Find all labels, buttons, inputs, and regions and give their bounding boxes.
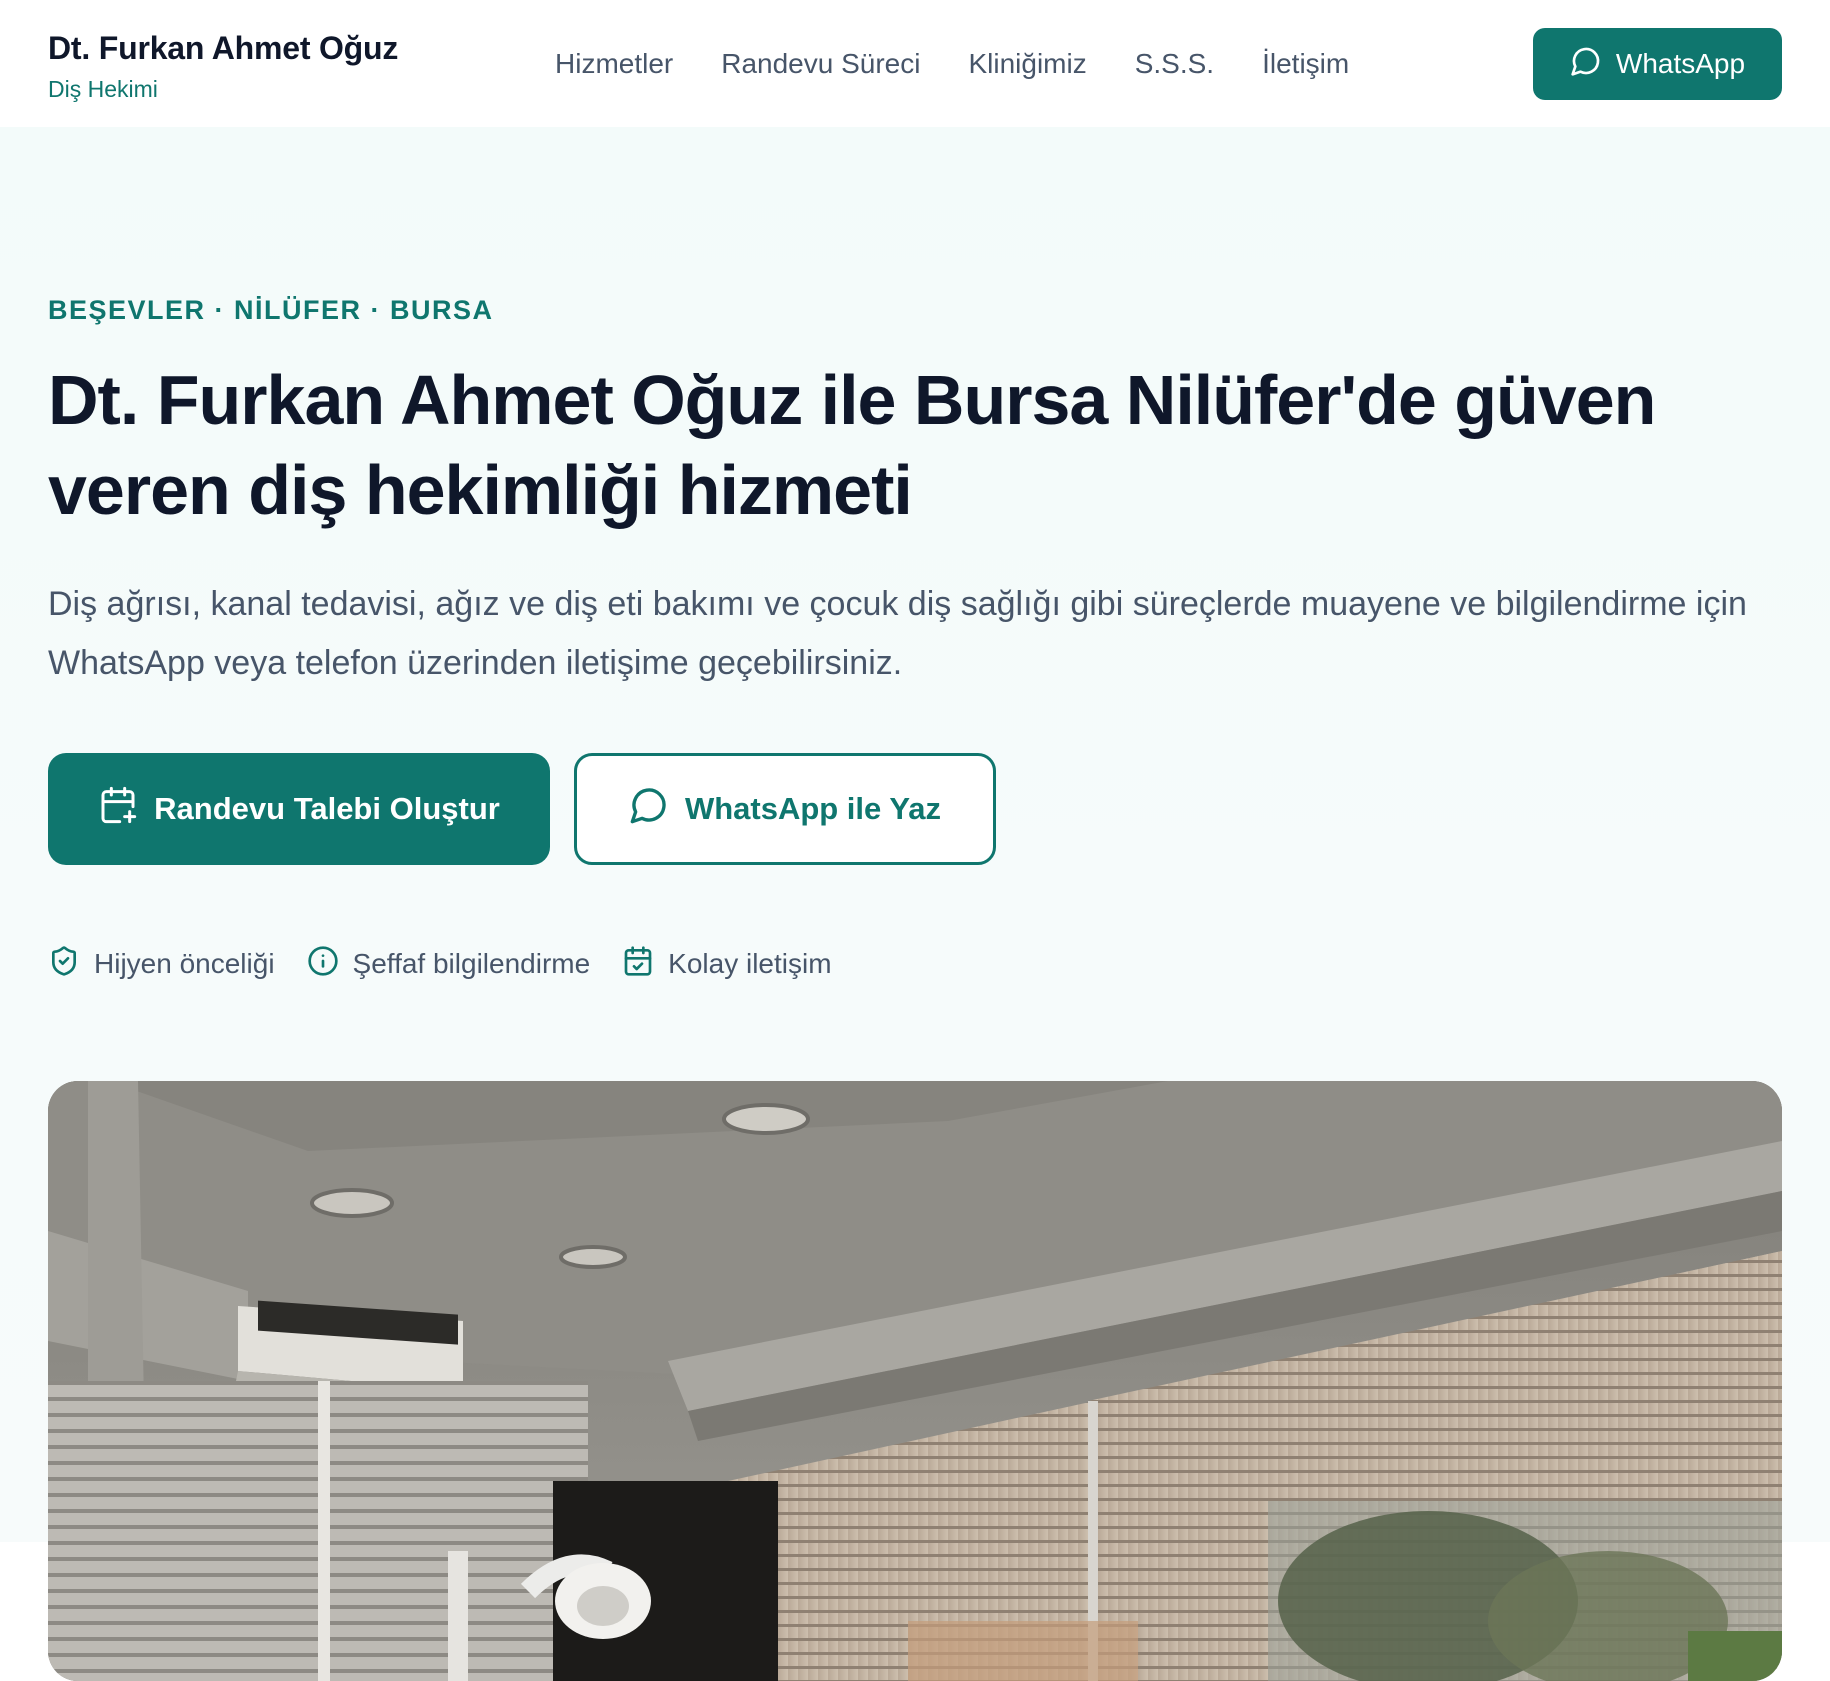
shield-check-icon xyxy=(48,945,80,982)
appointment-request-label: Randevu Talebi Oluştur xyxy=(154,791,500,826)
nav-link-iletisim[interactable]: İletişim xyxy=(1262,44,1349,84)
feature-list: Hijyen önceliği Şeffaf bilgilendirme Kol… xyxy=(48,945,864,982)
header-whatsapp-button[interactable]: WhatsApp xyxy=(1533,28,1782,100)
brand[interactable]: Dt. Furkan Ahmet Oğuz Diş Hekimi xyxy=(48,28,398,104)
chat-bubble-icon xyxy=(1570,45,1602,84)
nav-link-klinigimiz[interactable]: Kliniğimiz xyxy=(968,44,1086,84)
nav-link-sss[interactable]: S.S.S. xyxy=(1135,44,1214,84)
feature-item: Şeffaf bilgilendirme xyxy=(307,945,591,982)
nav-link-hizmetler[interactable]: Hizmetler xyxy=(555,44,673,84)
hero-lead: Diş ağrısı, kanal tedavisi, ağız ve diş … xyxy=(48,585,1747,682)
header-whatsapp-label: WhatsApp xyxy=(1615,48,1746,79)
clinic-photo xyxy=(48,1081,1782,1681)
location-kicker: BEŞEVLER · NİLÜFER · BURSA xyxy=(48,295,494,325)
feature-label: Hijyen önceliği xyxy=(94,947,275,979)
brand-name: Dt. Furkan Ahmet Oğuz xyxy=(48,30,399,66)
calendar-check-icon xyxy=(622,945,654,982)
brand-subtitle: Diş Hekimi xyxy=(48,76,158,102)
whatsapp-write-label: WhatsApp ile Yaz xyxy=(684,791,942,826)
hero-section: BEŞEVLER · NİLÜFER · BURSA Dt. Furkan Ah… xyxy=(0,127,1830,1681)
feature-item: Hijyen önceliği xyxy=(48,945,275,982)
nav-link-randevu-sureci[interactable]: Randevu Süreci xyxy=(721,44,920,84)
feature-label: Şeffaf bilgilendirme xyxy=(352,947,591,979)
feature-item: Kolay iletişim xyxy=(622,945,832,982)
appointment-request-button[interactable]: Randevu Talebi Oluştur xyxy=(48,753,550,865)
clinic-photo-illustration xyxy=(48,1081,1782,1681)
hero-title: Dt. Furkan Ahmet Oğuz ile Bursa Nilüfer'… xyxy=(48,361,1656,529)
main-nav: Hizmetler Randevu Süreci Kliniğimiz S.S.… xyxy=(555,44,1397,84)
chat-bubble-icon xyxy=(629,785,669,833)
whatsapp-write-button[interactable]: WhatsApp ile Yaz xyxy=(574,753,996,865)
feature-label: Kolay iletişim xyxy=(668,947,832,979)
calendar-plus-icon xyxy=(98,785,138,833)
info-icon xyxy=(307,945,339,982)
site-header: Dt. Furkan Ahmet Oğuz Diş Hekimi Hizmetl… xyxy=(0,0,1830,127)
